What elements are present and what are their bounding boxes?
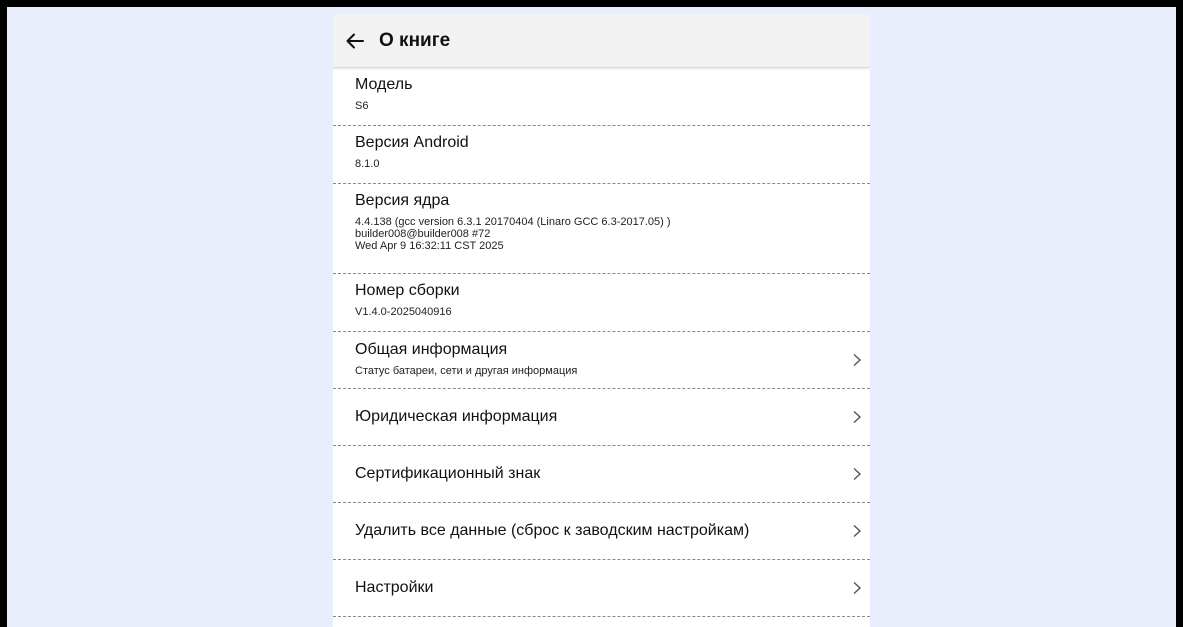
info-item-value: S6 [355, 100, 369, 112]
info-item-value: 8.1.0 [355, 158, 380, 170]
info-item-android-version: Версия Android 8.1.0 [333, 126, 870, 184]
chevron-right-icon [852, 581, 862, 595]
window-frame-top [0, 0, 1183, 7]
nav-item-label: Настройки [355, 579, 434, 596]
back-button[interactable] [333, 14, 377, 67]
info-item-label: Номер сборки [355, 282, 460, 299]
window-frame-left [0, 0, 7, 627]
page-title: О книге [379, 29, 451, 51]
nav-item-general-info[interactable]: Общая информация Статус батареи, сети и … [333, 332, 870, 389]
chevron-right-icon [852, 467, 862, 481]
app-bar: О книге [333, 14, 870, 68]
info-item-label: Модель [355, 76, 413, 93]
window-frame-right [1176, 0, 1183, 627]
info-item-kernel-version: Версия ядра 4.4.138 (gcc version 6.3.1 2… [333, 184, 870, 274]
nav-item-legal-info[interactable]: Юридическая информация [333, 389, 870, 446]
nav-item-factory-reset[interactable]: Удалить все данные (сброс к заводским на… [333, 503, 870, 560]
nav-item-label: Удалить все данные (сброс к заводским на… [355, 522, 750, 539]
nav-item-label: Юридическая информация [355, 408, 558, 425]
chevron-right-icon [852, 353, 862, 367]
nav-item-label: Сертификационный знак [355, 465, 541, 482]
nav-item-certification-mark[interactable]: Сертификационный знак [333, 446, 870, 503]
info-item-label: Версия Android [355, 134, 469, 151]
chevron-right-icon [852, 524, 862, 538]
nav-item-subtitle: Статус батареи, сети и другая информация [355, 365, 578, 377]
settings-list: Модель S6 Версия Android 8.1.0 Версия яд… [333, 68, 870, 617]
chevron-right-icon [852, 410, 862, 424]
device-screen: О книге Модель S6 Версия Android 8.1.0 В… [333, 14, 870, 627]
info-item-build-number: Номер сборки V1.4.0-2025040916 [333, 274, 870, 332]
arrow-left-icon [346, 33, 364, 49]
info-item-value: 4.4.138 (gcc version 6.3.1 20170404 (Lin… [355, 216, 671, 252]
info-item-value: V1.4.0-2025040916 [355, 306, 452, 318]
info-item-label: Версия ядра [355, 192, 450, 209]
nav-item-settings[interactable]: Настройки [333, 560, 870, 617]
info-item-model: Модель S6 [333, 68, 870, 126]
nav-item-label: Общая информация [355, 341, 508, 358]
